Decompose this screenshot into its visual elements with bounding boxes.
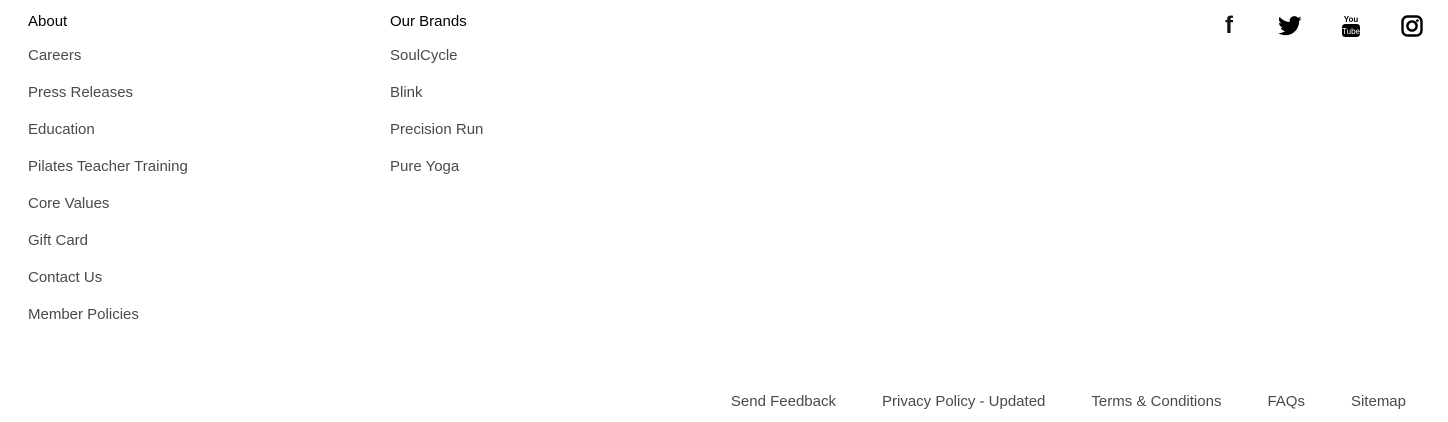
list-item: Education bbox=[28, 121, 188, 158]
list-item: Precision Run bbox=[390, 121, 483, 158]
list-item: Pure Yoga bbox=[390, 158, 483, 195]
privacy-policy-link[interactable]: Privacy Policy - Updated bbox=[882, 393, 1045, 411]
about-link-list: Careers Press Releases Education Pilates… bbox=[28, 47, 188, 343]
footer-column-about: About Careers Press Releases Education P… bbox=[28, 13, 188, 343]
core-values-link[interactable]: Core Values bbox=[28, 195, 109, 213]
list-item: Contact Us bbox=[28, 269, 188, 306]
pilates-teacher-training-link[interactable]: Pilates Teacher Training bbox=[28, 158, 188, 176]
list-item: SoulCycle bbox=[390, 47, 483, 84]
youtube-bottom-text: Tube bbox=[1342, 27, 1360, 36]
facebook-icon[interactable]: f bbox=[1213, 10, 1245, 42]
press-releases-link[interactable]: Press Releases bbox=[28, 84, 133, 102]
careers-link[interactable]: Careers bbox=[28, 47, 81, 65]
soulcycle-link[interactable]: SoulCycle bbox=[390, 47, 458, 65]
list-item: Press Releases bbox=[28, 84, 188, 121]
list-item: Member Policies bbox=[28, 306, 188, 343]
youtube-icon[interactable]: You Tube bbox=[1335, 10, 1367, 42]
about-heading: About bbox=[28, 13, 68, 30]
contact-us-link[interactable]: Contact Us bbox=[28, 269, 102, 287]
brands-link-list: SoulCycle Blink Precision Run Pure Yoga bbox=[390, 47, 483, 195]
pure-yoga-link[interactable]: Pure Yoga bbox=[390, 158, 459, 176]
send-feedback-link[interactable]: Send Feedback bbox=[731, 393, 836, 411]
precision-run-link[interactable]: Precision Run bbox=[390, 121, 483, 139]
list-item: Gift Card bbox=[28, 232, 188, 269]
sitemap-link[interactable]: Sitemap bbox=[1351, 393, 1406, 411]
twitter-icon[interactable] bbox=[1274, 10, 1306, 42]
terms-conditions-link[interactable]: Terms & Conditions bbox=[1091, 393, 1221, 411]
youtube-logo-shape: You Tube bbox=[1342, 15, 1361, 37]
brands-heading: Our Brands bbox=[390, 13, 467, 30]
facebook-glyph: f bbox=[1225, 12, 1233, 39]
youtube-top-text: You bbox=[1344, 15, 1359, 24]
footer-column-brands: Our Brands SoulCycle Blink Precision Run… bbox=[390, 13, 483, 195]
instagram-icon[interactable] bbox=[1396, 10, 1428, 42]
instagram-camera-shape bbox=[1401, 15, 1423, 37]
education-link[interactable]: Education bbox=[28, 121, 95, 139]
list-item: Careers bbox=[28, 47, 188, 84]
twitter-bird-shape bbox=[1278, 16, 1302, 36]
list-item: Blink bbox=[390, 84, 483, 121]
social-links: f You Tube bbox=[1184, 10, 1428, 42]
list-item: Core Values bbox=[28, 195, 188, 232]
gift-card-link[interactable]: Gift Card bbox=[28, 232, 88, 250]
member-policies-link[interactable]: Member Policies bbox=[28, 306, 139, 324]
faqs-link[interactable]: FAQs bbox=[1267, 393, 1305, 411]
legal-links: Send Feedback Privacy Policy - Updated T… bbox=[731, 393, 1406, 411]
blink-link[interactable]: Blink bbox=[390, 84, 423, 102]
list-item: Pilates Teacher Training bbox=[28, 158, 188, 195]
